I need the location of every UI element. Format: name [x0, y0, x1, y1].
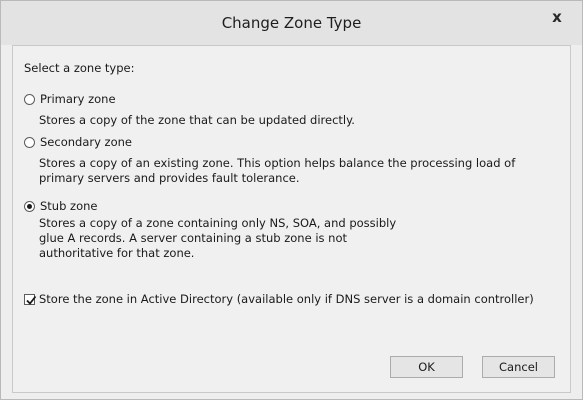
cancel-button[interactable]: Cancel — [482, 356, 555, 378]
checkmark-icon — [26, 295, 37, 305]
change-zone-type-dialog: Change Zone Type x Select a zone type: P… — [0, 0, 583, 400]
stub-zone-description: Stores a copy of a zone containing only … — [39, 216, 559, 261]
dialog-body: Select a zone type: Primary zone Stores … — [12, 45, 571, 393]
ok-button[interactable]: OK — [390, 356, 463, 378]
description-line: Stores a copy of a zone containing only … — [39, 216, 397, 230]
radio-button-secondary[interactable] — [24, 136, 35, 148]
close-button[interactable]: x — [538, 5, 576, 29]
description-line: authoritative for that zone. — [39, 246, 195, 260]
radio-secondary-zone[interactable]: Secondary zone — [24, 135, 132, 149]
description-line: Stores a copy of the zone that can be up… — [39, 113, 355, 127]
description-line: Stores a copy of an existing zone. This … — [39, 156, 516, 170]
dialog-title: Change Zone Type — [221, 14, 362, 32]
radio-button-primary[interactable] — [24, 93, 35, 105]
secondary-zone-description: Stores a copy of an existing zone. This … — [39, 156, 559, 186]
radio-stub-zone[interactable]: Stub zone — [24, 199, 98, 213]
radio-label-secondary: Secondary zone — [40, 135, 132, 149]
radio-primary-zone[interactable]: Primary zone — [24, 92, 116, 106]
title-bar: Change Zone Type x — [1, 1, 582, 45]
close-icon: x — [552, 8, 562, 26]
description-line: glue A records. A server containing a st… — [39, 231, 347, 245]
description-line: primary servers and provides fault toler… — [39, 171, 300, 185]
radio-label-primary: Primary zone — [40, 92, 116, 106]
radio-label-stub: Stub zone — [40, 199, 98, 213]
store-in-ad-label: Store the zone in Active Directory (avai… — [39, 292, 534, 306]
radio-button-stub[interactable] — [24, 200, 35, 212]
store-in-active-directory[interactable]: Store the zone in Active Directory (avai… — [24, 292, 534, 306]
store-in-ad-checkbox[interactable] — [24, 293, 37, 305]
primary-zone-description: Stores a copy of the zone that can be up… — [39, 113, 559, 128]
zone-type-prompt: Select a zone type: — [24, 61, 135, 75]
